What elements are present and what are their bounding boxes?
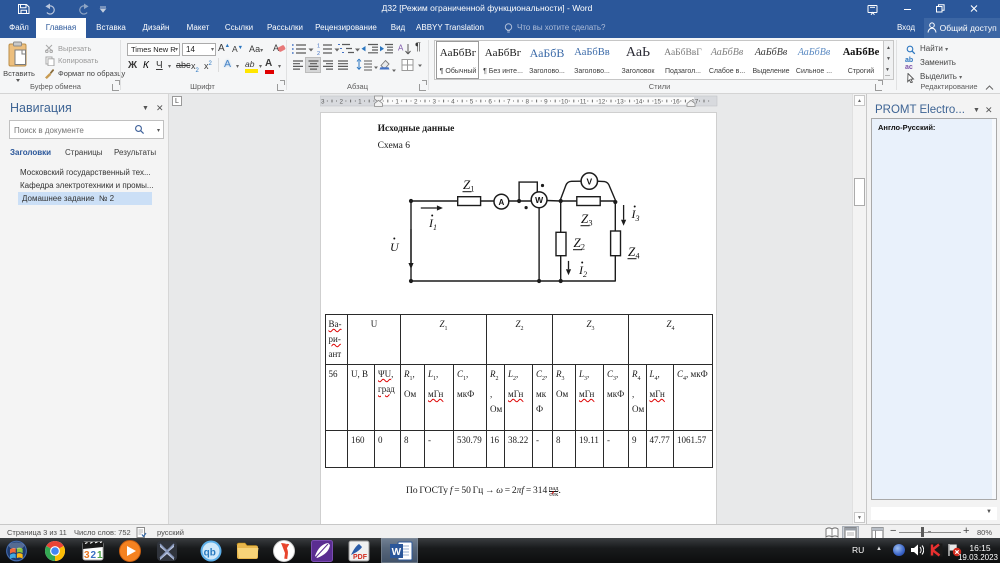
- svg-text:14: 14: [635, 99, 643, 106]
- svg-text:8: 8: [526, 99, 530, 106]
- svg-text:16: 16: [673, 99, 681, 106]
- svg-text:I2: I2: [578, 263, 587, 279]
- svg-text:3: 3: [84, 550, 90, 561]
- svg-text:W: W: [392, 547, 402, 558]
- svg-text:V: V: [586, 176, 592, 186]
- svg-text:I3: I3: [631, 207, 640, 223]
- svg-text:2: 2: [340, 99, 344, 106]
- svg-text:10: 10: [561, 99, 569, 106]
- svg-text:13: 13: [617, 99, 625, 106]
- svg-text:W: W: [535, 195, 544, 205]
- svg-text:15: 15: [654, 99, 662, 106]
- svg-text:6: 6: [488, 99, 492, 106]
- svg-text:qb: qb: [204, 548, 216, 559]
- svg-text:U: U: [390, 240, 400, 254]
- svg-text:12: 12: [598, 99, 606, 106]
- svg-text:2: 2: [91, 550, 97, 561]
- svg-text:A: A: [499, 198, 505, 207]
- svg-text:3: 3: [433, 99, 437, 106]
- svg-text:1: 1: [97, 550, 103, 561]
- svg-text:3: 3: [321, 99, 325, 106]
- svg-text:I1: I1: [428, 216, 437, 232]
- svg-text:1: 1: [395, 99, 399, 106]
- svg-text:5: 5: [470, 99, 474, 106]
- svg-text:PDF: PDF: [353, 554, 368, 561]
- svg-text:2: 2: [414, 99, 418, 106]
- svg-text:7: 7: [507, 99, 511, 106]
- svg-text:9: 9: [544, 99, 548, 106]
- svg-text:11: 11: [580, 99, 587, 106]
- svg-text:1: 1: [358, 99, 362, 106]
- svg-text:4: 4: [451, 99, 455, 106]
